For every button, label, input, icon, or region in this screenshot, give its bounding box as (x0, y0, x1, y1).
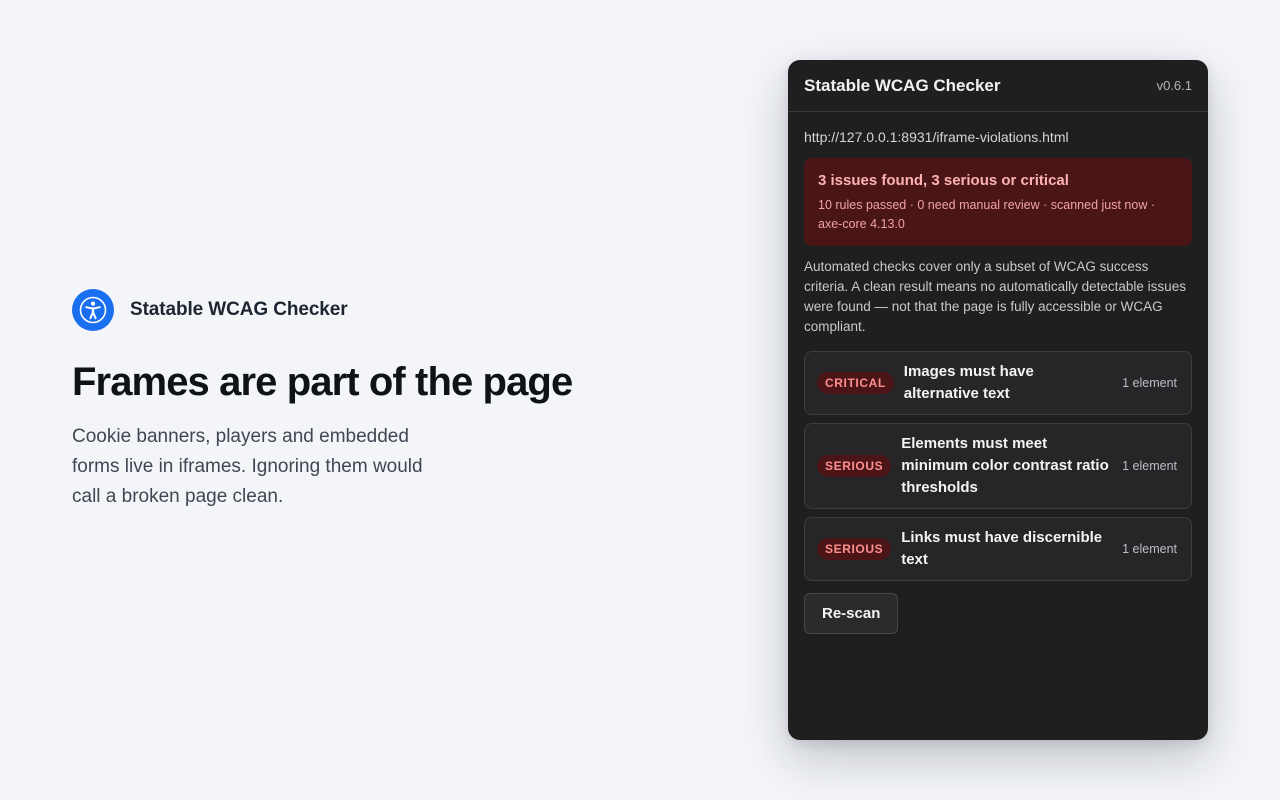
accessibility-person-icon (72, 289, 114, 331)
results-summary: 3 issues found, 3 serious or critical 10… (804, 158, 1192, 246)
rescan-button[interactable]: Re-scan (804, 592, 899, 634)
disclaimer-text: Automated checks cover only a subset of … (804, 259, 1186, 334)
summary-meta: 10 rules passed · 0 need manual review ·… (818, 198, 1155, 231)
issue-title: Images must have alternative text (903, 362, 1034, 402)
panel-title: Statable WCAG Checker (804, 75, 1001, 95)
panel-body: http://127.0.0.1:8931/iframe-violations.… (788, 128, 1208, 634)
summary-headline: 3 issues found, 3 serious or critical (818, 172, 1069, 189)
issue-title: Links must have discernible text (901, 528, 1103, 568)
brand-name: Statable WCAG Checker (130, 299, 348, 320)
severity-badge: CRITICAL (817, 371, 894, 394)
issue-item-link-name[interactable]: SERIOUS Links must have discernible text… (804, 516, 1192, 581)
issue-element-count: 1 element (1122, 375, 1177, 390)
scanned-url: http://127.0.0.1:8931/iframe-violations.… (804, 129, 1069, 145)
issue-item-image-alt[interactable]: CRITICAL Images must have alternative te… (804, 350, 1192, 415)
issue-title: Elements must meet minimum color contras… (901, 434, 1109, 496)
hero-section: Statable WCAG Checker Frames are part of… (72, 288, 632, 512)
version-label: v0.6.1 (1156, 78, 1192, 93)
issue-item-color-contrast[interactable]: SERIOUS Elements must meet minimum color… (804, 422, 1192, 509)
brand: Statable WCAG Checker (72, 288, 632, 332)
panel-header: Statable WCAG Checker v0.6.1 (788, 60, 1208, 112)
hero-title: Frames are part of the page (72, 360, 573, 404)
hero-description: Cookie banners, players and embedded for… (72, 426, 423, 507)
issue-element-count: 1 element (1122, 541, 1177, 556)
severity-badge: SERIOUS (817, 537, 892, 560)
severity-badge: SERIOUS (817, 454, 892, 477)
issue-element-count: 1 element (1122, 458, 1177, 473)
extension-panel: Statable WCAG Checker v0.6.1 http://127.… (788, 60, 1208, 740)
